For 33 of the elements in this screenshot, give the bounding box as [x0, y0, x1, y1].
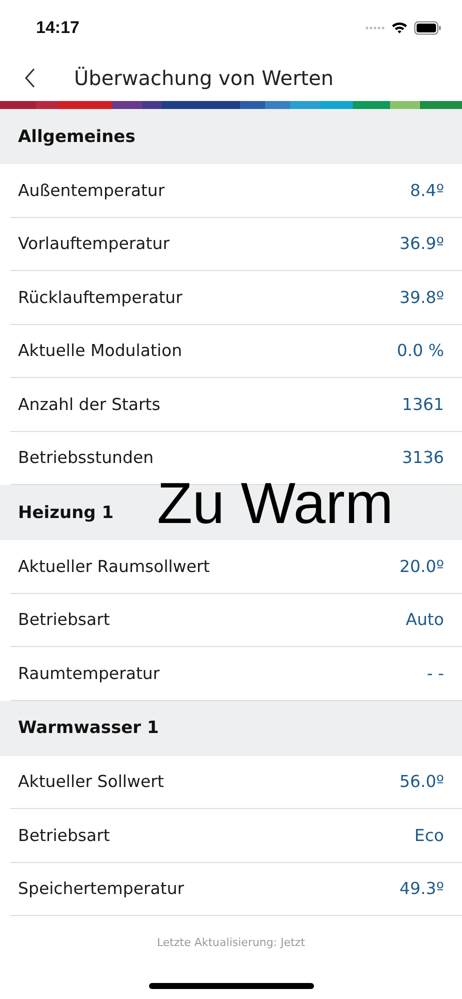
- row-label: Aktueller Sollwert: [18, 772, 164, 792]
- row-label: Betriebsart: [18, 610, 110, 630]
- row-label: Aktueller Raumsollwert: [18, 556, 210, 576]
- row-label: Vorlauftemperatur: [18, 234, 170, 254]
- overlay-text: Zu Warm: [157, 472, 394, 536]
- row-value: 20.0º: [399, 556, 444, 576]
- wifi-icon: [391, 21, 408, 34]
- status-time: 14:17: [36, 18, 80, 38]
- row-label: Speichertemperatur: [18, 879, 184, 898]
- last-update-text: Letzte Aktualisierung: Jetzt: [156, 936, 306, 949]
- row-label: Raumtemperatur: [18, 664, 160, 683]
- row-value: - -: [426, 664, 444, 683]
- battery-icon: [414, 20, 442, 34]
- row-label: Betriebsart: [18, 826, 110, 845]
- row-value: 56.0º: [399, 772, 444, 792]
- row-value: 1361: [402, 394, 444, 414]
- row-label: Rücklauftemperatur: [18, 288, 182, 307]
- row-label: Außentemperatur: [18, 180, 165, 200]
- row-label: Aktuelle Modulation: [18, 341, 182, 360]
- row-value: 3136: [402, 448, 444, 468]
- row-value: 8.4º: [410, 180, 444, 200]
- page-title: Überwachung von Werten: [74, 66, 334, 90]
- row-value: Eco: [414, 826, 444, 845]
- signal-icon: [365, 26, 385, 30]
- section-header: Allgemeines: [0, 109, 462, 164]
- row-value: 39.8º: [399, 288, 444, 307]
- row-label: Anzahl der Starts: [18, 394, 160, 414]
- section-header: Warmwasser 1: [0, 700, 462, 756]
- row-value: Auto: [406, 610, 444, 630]
- row-label: Betriebsstunden: [18, 448, 154, 468]
- row-value: 49.3º: [399, 879, 444, 898]
- row-value: 0.0 %: [396, 341, 444, 360]
- row-value: 36.9º: [399, 234, 444, 254]
